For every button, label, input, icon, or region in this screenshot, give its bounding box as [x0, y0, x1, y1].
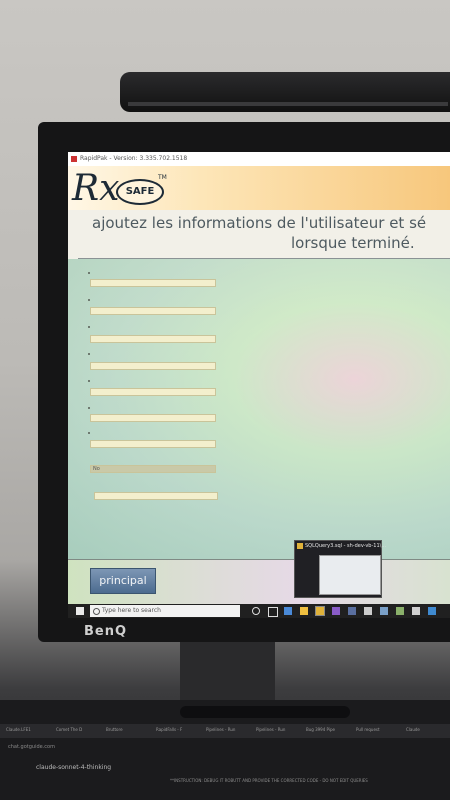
- browser-tab[interactable]: Bruttore: [106, 727, 123, 732]
- search-icon: [93, 608, 100, 615]
- form-field-7[interactable]: [90, 440, 216, 448]
- laptop-webcam-bar: [180, 706, 350, 718]
- page-heading-line2: lorsque terminé.: [291, 234, 415, 252]
- field-label-marker: [88, 326, 90, 328]
- form-field-8[interactable]: [94, 492, 218, 500]
- chat-prompt-text: **INSTRUCTION: DEBUG IT ROBUTT AND PROVI…: [170, 778, 368, 783]
- logo-safe: SAFE: [116, 179, 164, 205]
- field-label-marker: [88, 353, 90, 355]
- sql-file-icon: [297, 543, 303, 549]
- form-field-6[interactable]: [90, 414, 216, 422]
- form-field-4[interactable]: [90, 362, 216, 370]
- popup-title: SQLQuery3.sql - sh-dev-vb-11\...: [305, 543, 387, 549]
- field-label-marker: [88, 272, 90, 274]
- photos-icon[interactable]: [396, 607, 404, 615]
- form-field-1[interactable]: [90, 279, 216, 287]
- field-label-marker: [88, 432, 90, 434]
- browser-tab[interactable]: Claude: [406, 727, 420, 732]
- user-form-area: [68, 259, 450, 559]
- form-field-2[interactable]: [90, 307, 216, 315]
- browser-tab[interactable]: Pipelines - Run: [256, 727, 285, 732]
- monitor-stand: [180, 642, 275, 702]
- taskbar-preview-popup[interactable]: SQLQuery3.sql - sh-dev-vb-11\...: [294, 540, 386, 598]
- browser-tab[interactable]: Comet The D: [56, 727, 82, 732]
- sql-server-icon[interactable]: [348, 607, 356, 615]
- monitor-brand-logo: BenQ: [84, 624, 128, 639]
- browser-tab[interactable]: Bug 3994 Pipe: [306, 727, 335, 732]
- browser-tab[interactable]: Claude.LFE1: [6, 727, 31, 732]
- model-selector[interactable]: claude-sonnet-4-thinking: [36, 764, 111, 771]
- settings-gear-icon[interactable]: [364, 607, 372, 615]
- page-heading-line1: ajoutez les informations de l'utilisateu…: [92, 214, 427, 232]
- laptop-screen: Claude.LFE1 Comet The D Bruttore RapidFa…: [0, 700, 450, 800]
- window-title: RapidPak - Version: 3.335.702.1518: [80, 155, 188, 162]
- search-placeholder: Type here to search: [102, 607, 161, 614]
- rapidpak-app-icon[interactable]: [315, 606, 325, 616]
- app-icon-generic[interactable]: [412, 607, 420, 615]
- form-field-3[interactable]: [90, 335, 216, 343]
- monitor-light-bar: [120, 72, 450, 112]
- window-thumbnail[interactable]: [319, 555, 381, 595]
- monitor-screen: RapidPak - Version: 3.335.702.1518 Rx SA…: [68, 152, 450, 618]
- form-field-5[interactable]: [90, 388, 216, 396]
- browser-tab-strip: Claude.LFE1 Comet The D Bruttore RapidFa…: [0, 724, 450, 738]
- browser-url[interactable]: chat.gotguide.com: [8, 744, 55, 750]
- browser-tab[interactable]: Pull request: [356, 727, 380, 732]
- taskbar-search-input[interactable]: Type here to search: [90, 605, 240, 617]
- task-view-icon[interactable]: [268, 607, 278, 617]
- browser-tab[interactable]: Pipelines - Run: [206, 727, 235, 732]
- browser-tab[interactable]: RapidFalls - F: [156, 727, 182, 732]
- visual-studio-icon[interactable]: [332, 607, 340, 615]
- logo-rx: Rx: [72, 168, 120, 209]
- cortana-icon[interactable]: [252, 607, 260, 615]
- dropdown-value: No: [93, 466, 100, 472]
- field-label-marker: [88, 299, 90, 301]
- field-label-marker: [88, 407, 90, 409]
- app-icon-generic[interactable]: [380, 607, 388, 615]
- app-icon: [71, 156, 77, 162]
- form-field-dropdown[interactable]: No: [90, 465, 216, 473]
- light-bar-strip: [128, 102, 448, 106]
- file-explorer-icon[interactable]: [300, 607, 308, 615]
- edge-icon[interactable]: [284, 607, 292, 615]
- app-header: Rx SAFE TM: [68, 166, 450, 210]
- logo-trademark: TM: [158, 174, 167, 181]
- windows-taskbar: Type here to search: [68, 604, 450, 618]
- principal-button[interactable]: principal: [90, 568, 156, 594]
- field-label-marker: [88, 380, 90, 382]
- windows-start-icon[interactable]: [76, 607, 84, 615]
- window-titlebar: RapidPak - Version: 3.335.702.1518: [68, 152, 450, 166]
- app-icon-generic[interactable]: [428, 607, 436, 615]
